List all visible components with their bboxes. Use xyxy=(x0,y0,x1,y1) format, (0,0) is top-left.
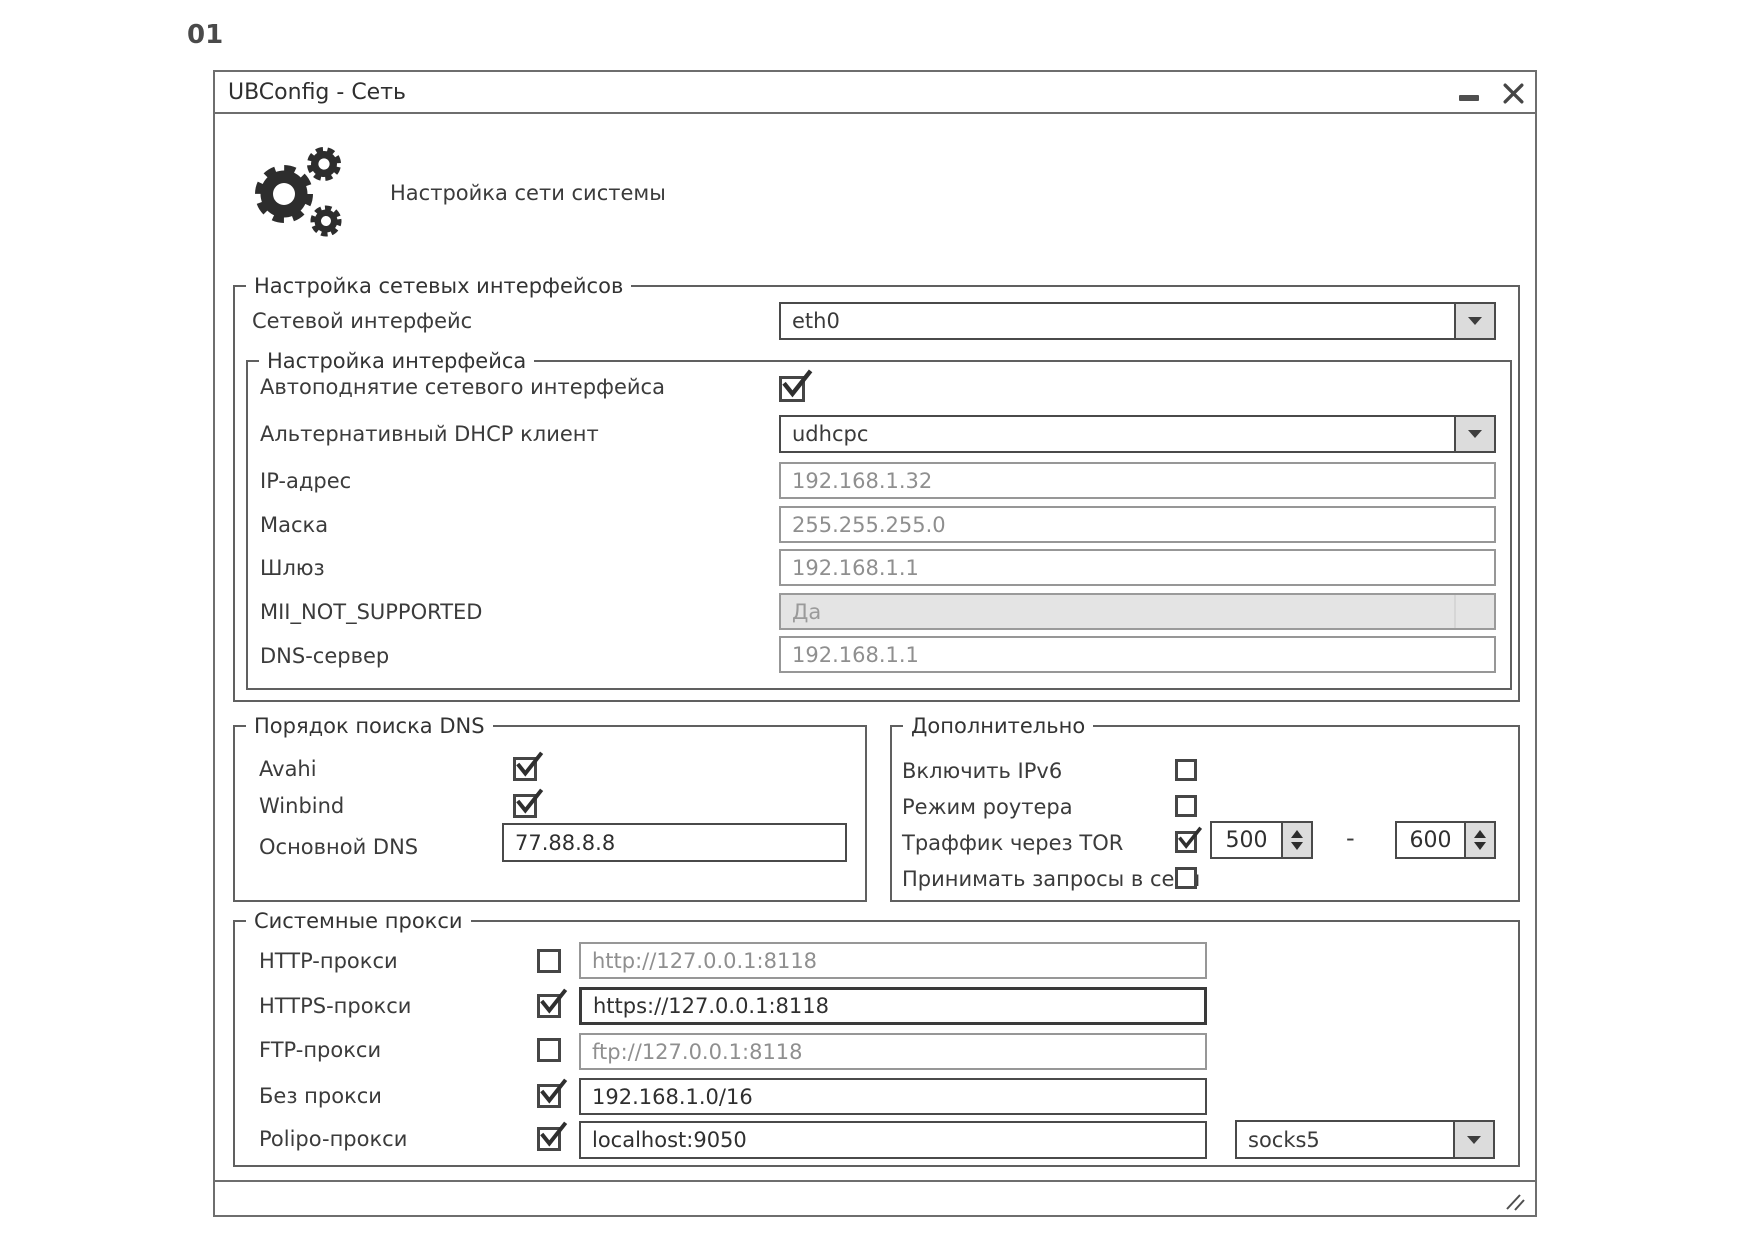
tor-port-to-spinner[interactable]: 600 xyxy=(1395,821,1496,859)
no-proxy-label: Без прокси xyxy=(259,1083,382,1109)
http-proxy-label: HTTP-прокси xyxy=(259,948,398,974)
auto-up-label: Автоподнятие сетевого интерфейса xyxy=(260,374,665,400)
https-proxy-field[interactable]: https://127.0.0.1:8118 xyxy=(579,987,1207,1025)
spinner-arrows-icon[interactable] xyxy=(1281,823,1311,857)
ip-address-field[interactable]: 192.168.1.32 xyxy=(779,462,1496,499)
winbind-checkbox[interactable] xyxy=(513,794,537,818)
ftp-proxy-field[interactable]: ftp://127.0.0.1:8118 xyxy=(579,1033,1207,1070)
interface-combobox-value: eth0 xyxy=(781,304,1454,338)
mask-label: Маска xyxy=(260,512,328,538)
mii-not-supported-field: Да xyxy=(779,593,1496,630)
group-system-proxies-legend: Системные прокси xyxy=(246,908,471,934)
ftp-proxy-label: FTP-прокси xyxy=(259,1037,381,1063)
ftp-proxy-checkbox[interactable] xyxy=(537,1038,561,1062)
polipo-proxy-checkbox[interactable] xyxy=(537,1127,561,1151)
https-proxy-label: HTTPS-прокси xyxy=(259,993,411,1019)
dns-server-label: DNS-сервер xyxy=(260,643,389,669)
ip-address-label: IP-адрес xyxy=(260,468,351,494)
polipo-proxy-label: Polipo-прокси xyxy=(259,1126,407,1152)
group-dns-order-legend: Порядок поиска DNS xyxy=(246,713,493,739)
gateway-label: Шлюз xyxy=(260,555,325,581)
polipo-proxy-field[interactable]: localhost:9050 xyxy=(579,1121,1207,1159)
page-number-label: 01 xyxy=(187,20,223,50)
ipv6-checkbox[interactable] xyxy=(1175,759,1197,781)
interface-label: Сетевой интерфейс xyxy=(252,308,472,334)
polipo-protocol-value: socks5 xyxy=(1237,1122,1453,1157)
primary-dns-label: Основной DNS xyxy=(259,834,418,860)
tor-port-to-value: 600 xyxy=(1397,823,1464,857)
group-interface-settings-legend: Настройка интерфейса xyxy=(259,348,534,374)
minimize-icon[interactable] xyxy=(1459,95,1479,101)
http-proxy-field[interactable]: http://127.0.0.1:8118 xyxy=(579,942,1207,979)
chevron-down-icon[interactable] xyxy=(1454,304,1494,338)
accept-requests-label: Принимать запросы в сети xyxy=(902,866,1200,892)
dns-server-field[interactable]: 192.168.1.1 xyxy=(779,636,1496,673)
chevron-down-icon[interactable] xyxy=(1453,1122,1493,1157)
page: 01 UBConfig - Сеть На xyxy=(0,0,1753,1240)
avahi-checkbox[interactable] xyxy=(513,757,537,781)
port-range-dash: - xyxy=(1346,825,1355,851)
http-proxy-checkbox[interactable] xyxy=(537,949,561,973)
polipo-protocol-combobox[interactable]: socks5 xyxy=(1235,1120,1495,1159)
mii-not-supported-label: MII_NOT_SUPPORTED xyxy=(260,599,482,625)
tor-port-from-value: 500 xyxy=(1212,823,1281,857)
mask-field[interactable]: 255.255.255.0 xyxy=(779,506,1496,543)
chevron-down-icon[interactable] xyxy=(1454,417,1494,451)
tor-traffic-checkbox[interactable] xyxy=(1175,831,1197,853)
resize-grip-icon[interactable] xyxy=(1504,1192,1526,1211)
close-icon[interactable] xyxy=(1501,81,1526,106)
avahi-label: Avahi xyxy=(259,756,317,782)
dhcp-client-label: Альтернативный DHCP клиент xyxy=(260,421,599,447)
no-proxy-checkbox[interactable] xyxy=(537,1084,561,1108)
ipv6-label: Включить IPv6 xyxy=(902,758,1062,784)
auto-up-checkbox[interactable] xyxy=(779,376,805,402)
dhcp-client-combobox[interactable]: udhcpc xyxy=(779,415,1496,453)
spinner-arrows-icon[interactable] xyxy=(1464,823,1494,857)
router-mode-checkbox[interactable] xyxy=(1175,795,1197,817)
ubconfig-window: UBConfig - Сеть Настройка сети системы xyxy=(213,70,1537,1217)
gateway-field[interactable]: 192.168.1.1 xyxy=(779,549,1496,586)
primary-dns-field[interactable]: 77.88.8.8 xyxy=(502,823,847,862)
dhcp-client-combobox-value: udhcpc xyxy=(781,417,1454,451)
window-title: UBConfig - Сеть xyxy=(228,80,406,105)
tor-port-from-spinner[interactable]: 500 xyxy=(1210,821,1313,859)
title-bar: UBConfig - Сеть xyxy=(215,72,1535,114)
no-proxy-field[interactable]: 192.168.1.0/16 xyxy=(579,1078,1207,1115)
gears-icon xyxy=(254,142,346,242)
winbind-label: Winbind xyxy=(259,793,344,819)
group-additional-legend: Дополнительно xyxy=(903,713,1093,739)
router-mode-label: Режим роутера xyxy=(902,794,1073,820)
interface-combobox[interactable]: eth0 xyxy=(779,302,1496,340)
header-title: Настройка сети системы xyxy=(390,180,666,206)
accept-requests-checkbox[interactable] xyxy=(1175,867,1197,889)
https-proxy-checkbox[interactable] xyxy=(537,994,561,1018)
group-network-interfaces-legend: Настройка сетевых интерфейсов xyxy=(246,273,631,299)
tor-traffic-label: Траффик через TOR xyxy=(902,830,1123,856)
status-bar xyxy=(215,1180,1535,1215)
